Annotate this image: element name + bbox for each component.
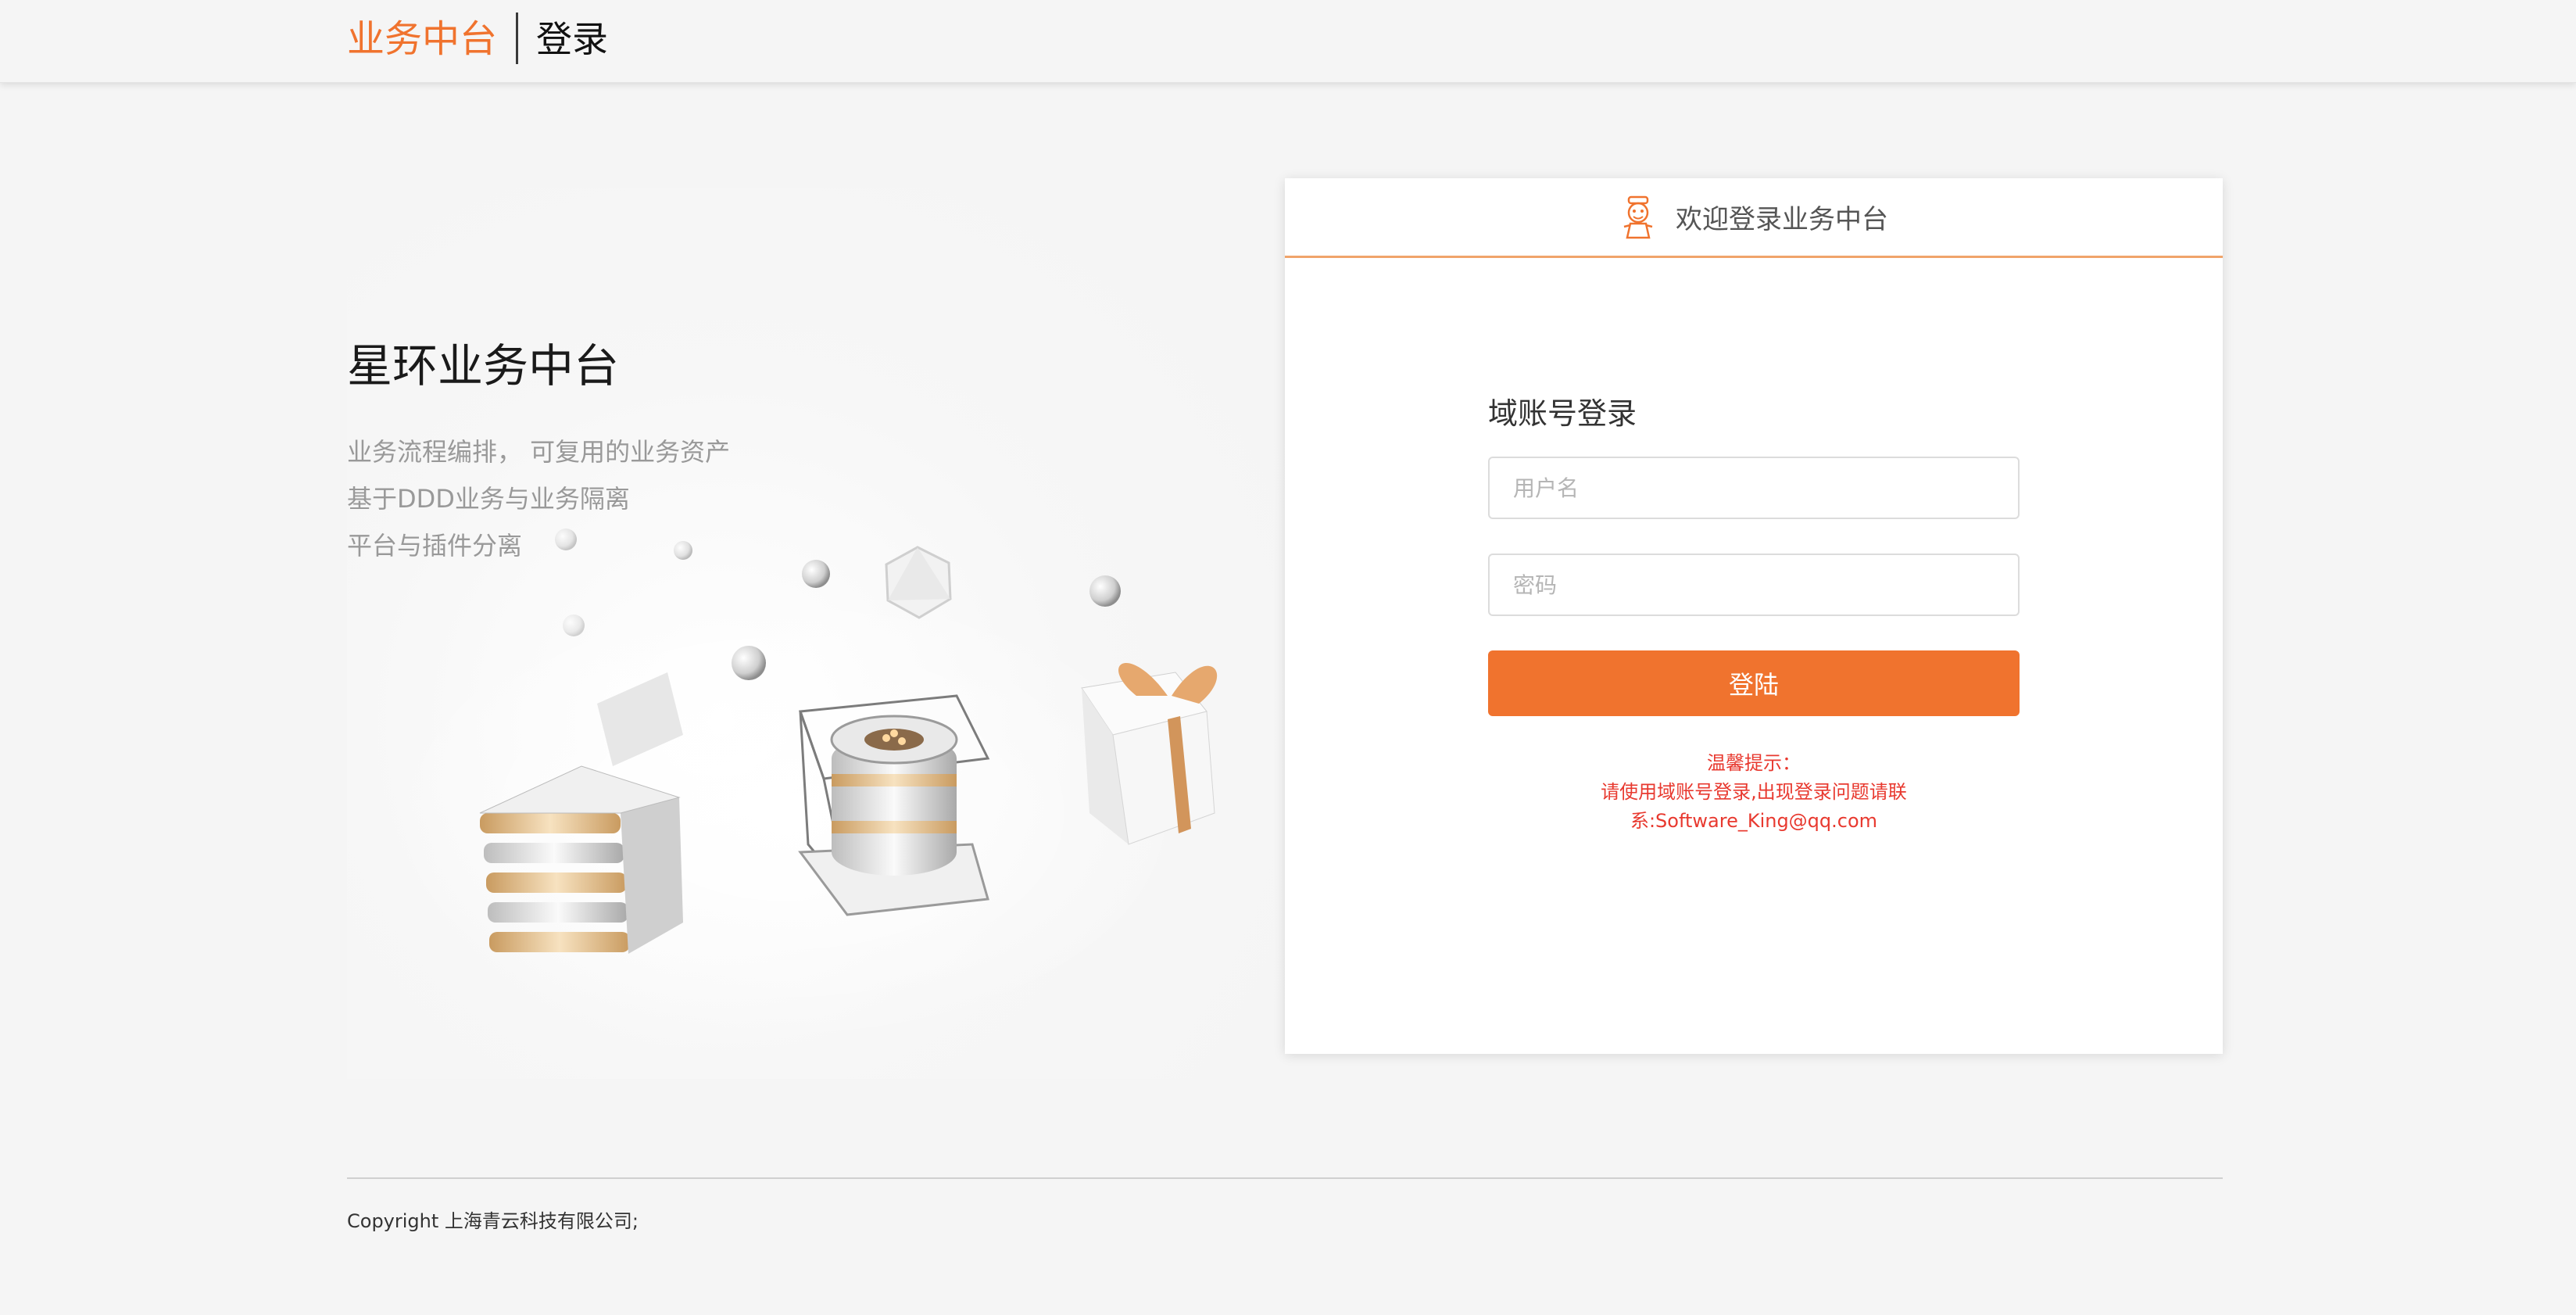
hero-line-1: 业务流程编排， 可复用的业务资产 [347,437,731,467]
username-input[interactable] [1488,457,2020,519]
footer-divider [347,1177,2223,1179]
tips-line-2: 请使用域账号登录,出现登录问题请联 [1601,781,1907,803]
password-input[interactable] [1488,554,2020,616]
login-button[interactable]: 登陆 [1488,650,2020,716]
brand-logo-text[interactable]: 业务中台 [347,14,497,64]
hero-title: 星环业务中台 [347,339,620,392]
top-bar: 业务中台 登录 [0,0,2576,83]
form-title: 域账号登录 [1488,396,1637,431]
login-tips: 温馨提示： 请使用域账号登录,出现登录问题请联 系:Software_King@… [1488,749,2020,836]
welcome-text: 欢迎登录业务中台 [1676,204,1888,235]
login-card: 欢迎登录业务中台 域账号登录 登陆 温馨提示： 请使用域账号登录,出现登录问题请… [1285,178,2223,1054]
tips-line-1: 温馨提示： [1707,752,1801,774]
header-divider [516,13,518,64]
tips-line-3: 系:Software_King@qq.com [1630,810,1878,832]
login-card-header: 欢迎登录业务中台 [1285,178,2223,258]
page-title: 登录 [536,18,608,60]
copyright-text: Copyright 上海青云科技有限公司; [347,1210,639,1232]
mascot-icon [1623,195,1653,238]
hero-illustration [378,529,1218,1048]
